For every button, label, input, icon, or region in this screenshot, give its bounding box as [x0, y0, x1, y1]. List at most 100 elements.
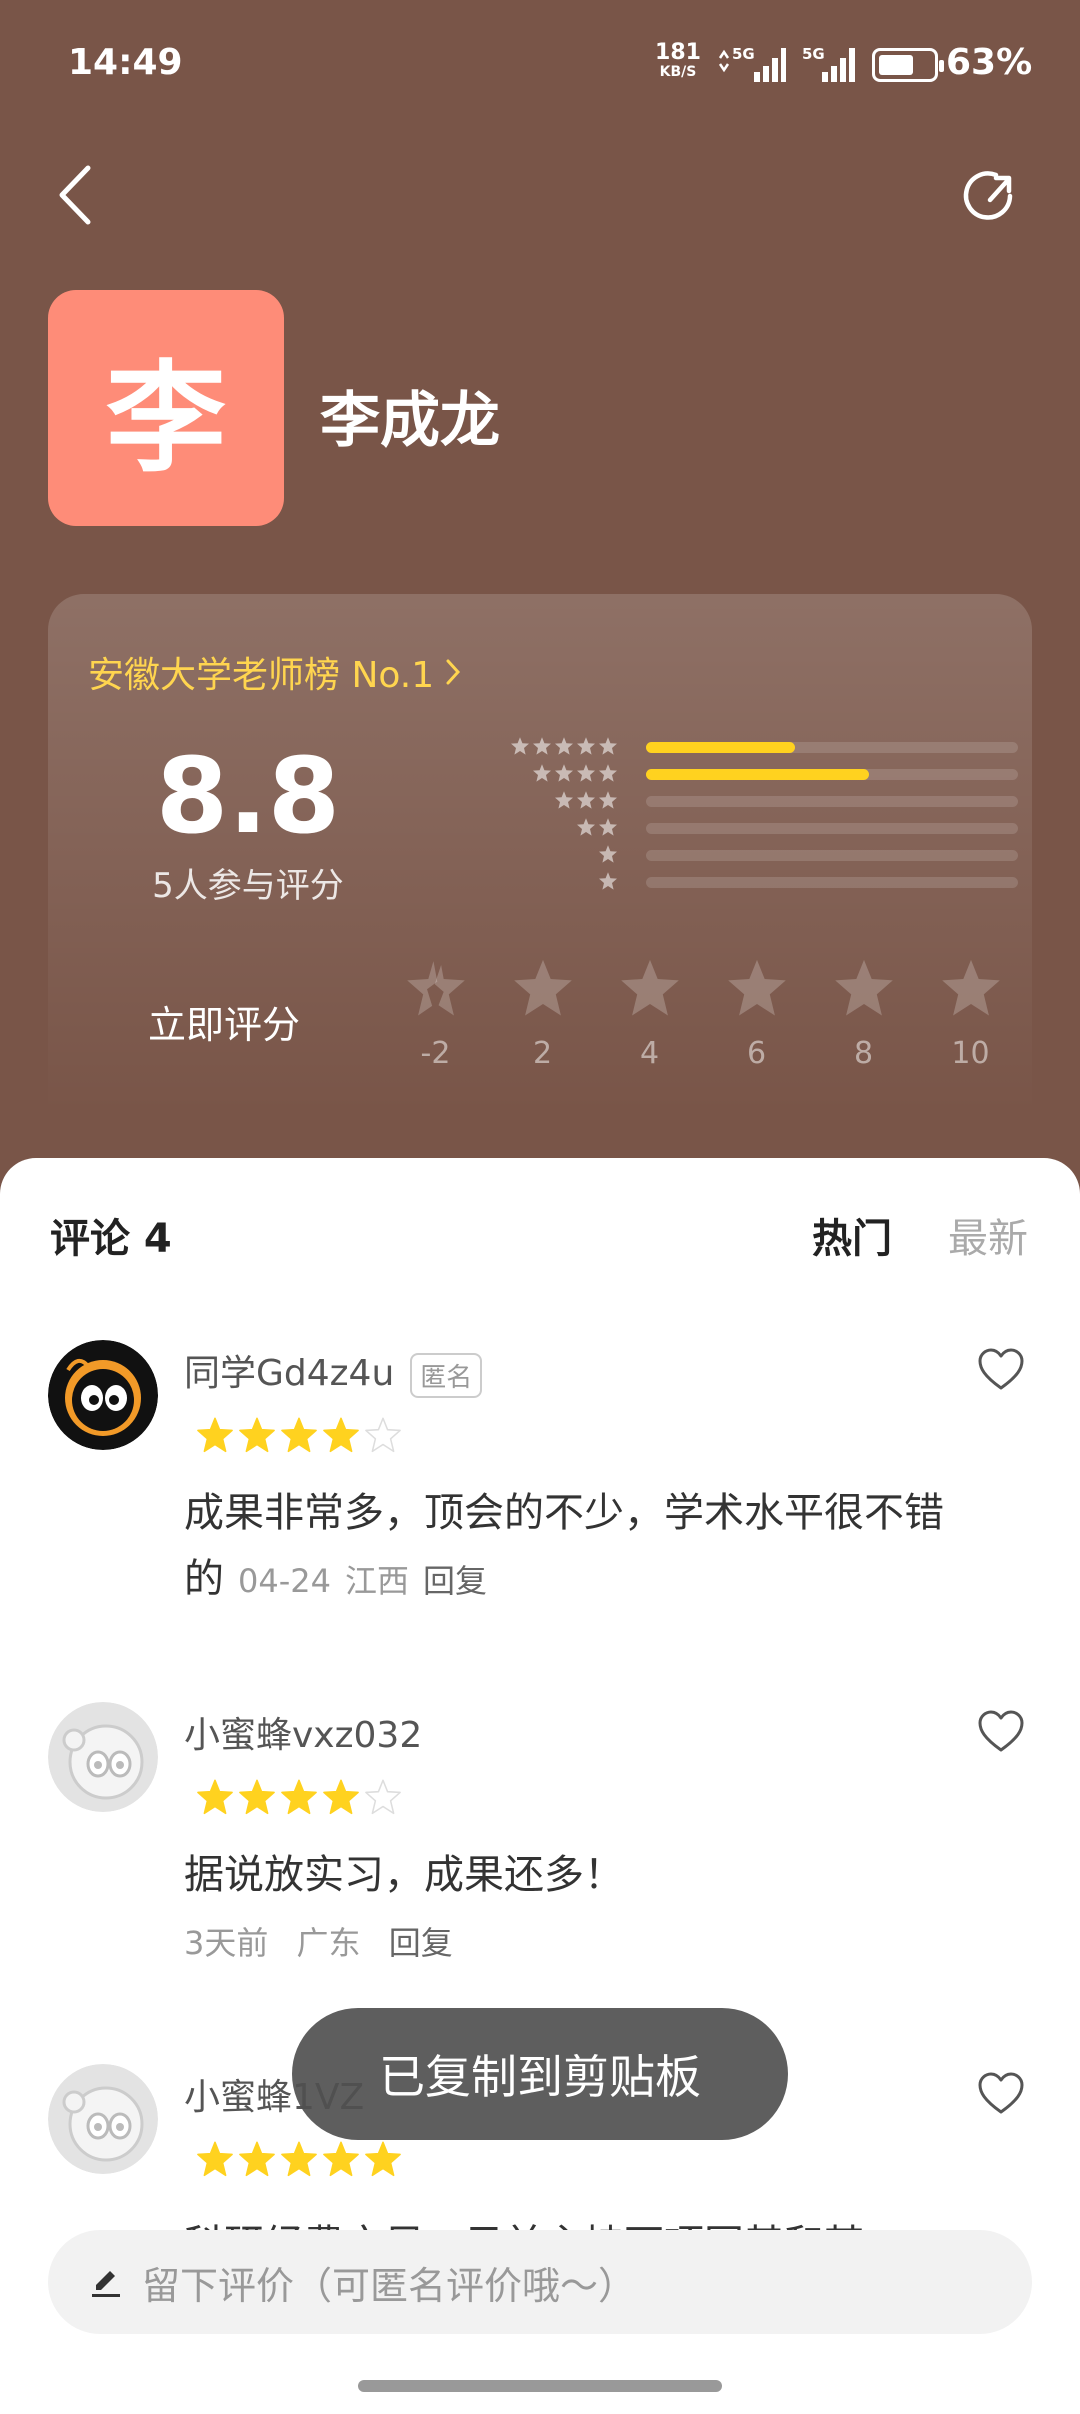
distribution-bar-track	[646, 769, 1018, 780]
distribution-stars	[510, 736, 618, 756]
distribution-bar-fill	[646, 742, 795, 753]
filled-star-icon	[281, 1779, 317, 1815]
rate-star-option[interactable]: 4	[596, 956, 703, 1071]
distribution-row	[458, 842, 1018, 869]
like-heart-icon[interactable]	[976, 1346, 1026, 1394]
small-star-icon	[598, 817, 618, 837]
rate-star-label: 4	[639, 1036, 660, 1071]
comment-author: 小蜜蜂vxz032	[184, 1706, 422, 1758]
rate-star-option[interactable]: -2	[382, 956, 489, 1071]
distribution-row	[458, 788, 1018, 815]
rank-link[interactable]: 安徽大学老师榜 No.1	[88, 646, 462, 698]
filled-star-icon	[197, 1779, 233, 1815]
comment-author-name: 同学Gd4z4u	[184, 1353, 395, 1394]
small-star-icon	[598, 871, 618, 891]
rate-star-label: -2	[420, 1036, 451, 1071]
comment-stars	[196, 1778, 402, 1816]
broken-star-icon	[406, 961, 465, 1016]
filled-star-icon	[239, 1779, 275, 1815]
rater-count: 5人参与评分	[152, 866, 344, 906]
comment-date: 3天前	[184, 1924, 269, 1962]
distribution-stars	[576, 817, 618, 837]
small-star-icon	[510, 736, 530, 756]
small-star-icon	[554, 763, 574, 783]
empty-star-icon	[365, 1779, 401, 1815]
filled-star-icon	[323, 1779, 359, 1815]
home-indicator[interactable]	[358, 2380, 722, 2392]
comments-title: 评论 4	[50, 1216, 172, 1262]
distribution-bar-fill	[646, 769, 870, 780]
filled-star-icon	[197, 1417, 233, 1453]
filled-star-icon	[323, 1417, 359, 1453]
star-outline-icon	[941, 959, 1000, 1016]
comments-panel: 评论 4 热门 最新 同学Gd4z4u 匿名 成果非常多，顶会的不少，学术水平很不…	[0, 1158, 1080, 2414]
sort-new-tab[interactable]: 最新	[948, 1206, 1028, 1264]
user-avatar[interactable]	[48, 1340, 158, 1450]
rank-text: 安徽大学老师榜 No.1	[88, 655, 435, 696]
distribution-stars	[532, 763, 618, 783]
small-star-icon	[532, 736, 552, 756]
comment-input-placeholder: 留下评价（可匿名评价哦～）	[142, 2263, 637, 2308]
rate-star-option[interactable]: 8	[810, 956, 917, 1071]
filled-star-icon	[239, 1417, 275, 1453]
teacher-avatar: 李	[48, 290, 284, 526]
copied-toast: 已复制到剪贴板	[292, 2008, 788, 2140]
comment-stars	[196, 1416, 402, 1454]
battery-percent: 63%	[946, 42, 1033, 83]
like-heart-icon[interactable]	[976, 2070, 1026, 2118]
like-heart-icon[interactable]	[976, 1708, 1026, 1756]
small-star-icon	[598, 763, 618, 783]
pen-icon	[92, 2271, 120, 2297]
share-icon[interactable]	[960, 166, 1020, 226]
network-speed-value: 181	[655, 40, 701, 65]
anonymous-badge: 匿名	[410, 1352, 483, 1398]
sort-hot-tab[interactable]: 热门	[812, 1206, 892, 1264]
distribution-stars	[598, 871, 618, 891]
user-avatar[interactable]	[48, 2064, 158, 2174]
status-bar: 14:49 181 KB/S 5G 5G 63%	[0, 0, 1080, 130]
rate-star-label: 2	[532, 1036, 553, 1071]
comment-stars	[196, 2140, 402, 2178]
rate-star-option[interactable]: 6	[703, 956, 810, 1071]
comment-author-name: 小蜜蜂vxz032	[184, 1715, 423, 1756]
comment-body: 据说放实习，成果还多！	[184, 1842, 944, 1908]
filled-star-icon	[365, 2141, 401, 2177]
distribution-bar-track	[646, 877, 1018, 888]
rate-star-option[interactable]: 2	[489, 956, 596, 1071]
reply-button[interactable]: 回复	[423, 1562, 487, 1600]
user-avatar[interactable]	[48, 1702, 158, 1812]
rate-star-label: 6	[746, 1036, 767, 1071]
status-time: 14:49	[68, 42, 183, 83]
distribution-bar-track	[646, 796, 1018, 807]
battery-icon	[872, 48, 944, 82]
small-star-icon	[576, 763, 596, 783]
distribution-stars	[598, 844, 618, 864]
comment-input[interactable]: 留下评价（可匿名评价哦～）	[48, 2230, 1032, 2334]
small-star-icon	[576, 817, 596, 837]
distribution-bar-track	[646, 823, 1018, 834]
distribution-row	[458, 761, 1018, 788]
filled-star-icon	[281, 1417, 317, 1453]
small-star-icon	[576, 736, 596, 756]
rating-distribution	[458, 734, 1018, 896]
distribution-bar-track	[646, 742, 1018, 753]
reply-button[interactable]: 回复	[389, 1924, 453, 1962]
filled-star-icon	[197, 2141, 233, 2177]
back-chevron-icon[interactable]	[52, 160, 102, 230]
distribution-bar-track	[646, 850, 1018, 861]
small-star-icon	[598, 790, 618, 810]
sim2-label: 5G	[802, 45, 825, 63]
comment-body: 成果非常多，顶会的不少，学术水平很不错的 04-24 江西 回复	[184, 1480, 944, 1614]
comment-meta: 3天前 广东 回复	[184, 1918, 453, 1964]
rate-now-label: 立即评分	[148, 1003, 301, 1047]
network-speed: 181 KB/S	[652, 40, 704, 81]
filled-star-icon	[323, 2141, 359, 2177]
star-outline-icon	[513, 959, 572, 1016]
comment-text: 据说放实习，成果还多！	[184, 1852, 624, 1898]
comment-location: 广东	[296, 1924, 361, 1962]
small-star-icon	[598, 736, 618, 756]
rate-star-label: 10	[951, 1036, 990, 1071]
filled-star-icon	[281, 2141, 317, 2177]
rate-star-option[interactable]: 10	[917, 956, 1024, 1071]
star-outline-icon	[834, 959, 893, 1016]
